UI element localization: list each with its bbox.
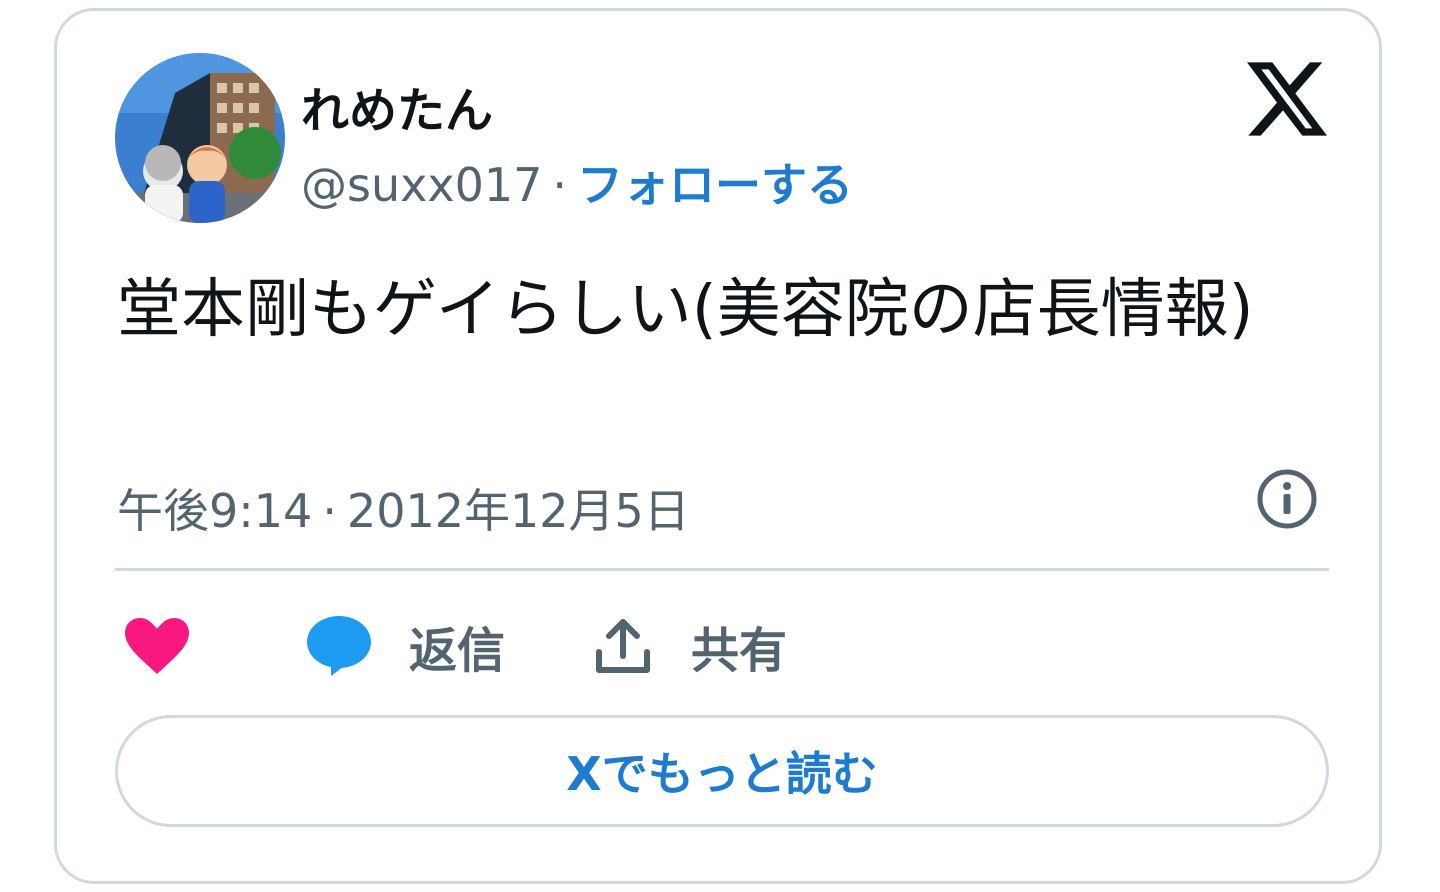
tweet-date[interactable]: 2012年12月5日 [347, 484, 690, 538]
user-handle[interactable]: @suxx017 [301, 158, 542, 212]
info-icon[interactable] [1255, 467, 1319, 531]
reply-button[interactable]: 返信 [307, 601, 505, 691]
upload-icon [596, 619, 650, 673]
reply-label: 返信 [409, 623, 506, 679]
meta-separator: · [322, 484, 337, 538]
divider [115, 568, 1329, 571]
avatar-image [115, 53, 285, 223]
avatar[interactable] [115, 53, 285, 223]
like-button[interactable] [125, 601, 189, 691]
read-more-button[interactable]: Xでもっと読む [115, 715, 1329, 827]
handle-row: @suxx017 · フォローする [301, 149, 853, 215]
tweet-meta: 午後9:14 · 2012年12月5日 [117, 475, 690, 541]
tweet-text: 堂本剛もゲイらしい(美容院の店長情報) [117, 273, 1254, 347]
speech-bubble-icon [307, 616, 371, 676]
x-logo-icon[interactable] [1247, 61, 1327, 137]
tweet-time[interactable]: 午後9:14 [117, 484, 312, 538]
tweet-embed-card: れめたん @suxx017 · フォローする 堂本剛もゲイらしい(美容院の店長情報)… [54, 8, 1382, 884]
heart-icon [125, 618, 189, 674]
display-name[interactable]: れめたん [301, 71, 493, 141]
separator-dot: · [552, 158, 567, 212]
follow-button[interactable]: フォローする [577, 158, 853, 212]
share-label: 共有 [691, 623, 788, 679]
share-button[interactable]: 共有 [593, 601, 787, 691]
action-bar: 返信 共有 [57, 601, 1379, 691]
